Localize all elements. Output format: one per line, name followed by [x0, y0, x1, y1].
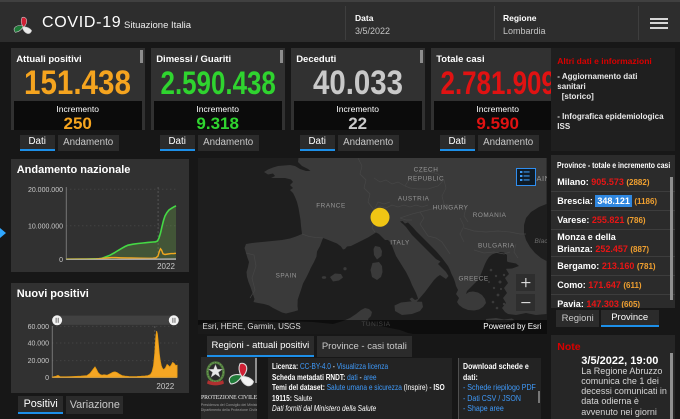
svg-text:FRANCE: FRANCE: [316, 202, 346, 209]
svg-text:10.000.000: 10.000.000: [28, 223, 63, 230]
svg-text:BULGARIA: BULGARIA: [478, 242, 515, 249]
svg-text:0: 0: [59, 257, 63, 264]
svg-text:20.000.000: 20.000.000: [28, 187, 63, 194]
svg-text:2022: 2022: [156, 382, 174, 391]
svg-text:ITALY: ITALY: [390, 239, 410, 246]
svg-text:AINE: AINE: [537, 174, 547, 183]
svg-text:CZECH: CZECH: [414, 166, 439, 173]
svg-text:GREECE: GREECE: [458, 275, 488, 282]
svg-text:AUSTRIA: AUSTRIA: [398, 195, 430, 202]
svg-text:Black Sea: Black Sea: [535, 238, 547, 245]
svg-text:REPUBLIC: REPUBLIC: [408, 175, 444, 182]
svg-text:40.000: 40.000: [27, 341, 49, 348]
svg-text:20.000: 20.000: [27, 358, 49, 365]
svg-text:60.000: 60.000: [27, 324, 49, 331]
svg-text:ROMANIA: ROMANIA: [473, 212, 507, 219]
svg-text:SPAIN: SPAIN: [276, 272, 297, 279]
svg-text:2022: 2022: [157, 262, 175, 271]
svg-text:HUNGARY: HUNGARY: [433, 204, 469, 211]
svg-text:0: 0: [45, 375, 49, 382]
